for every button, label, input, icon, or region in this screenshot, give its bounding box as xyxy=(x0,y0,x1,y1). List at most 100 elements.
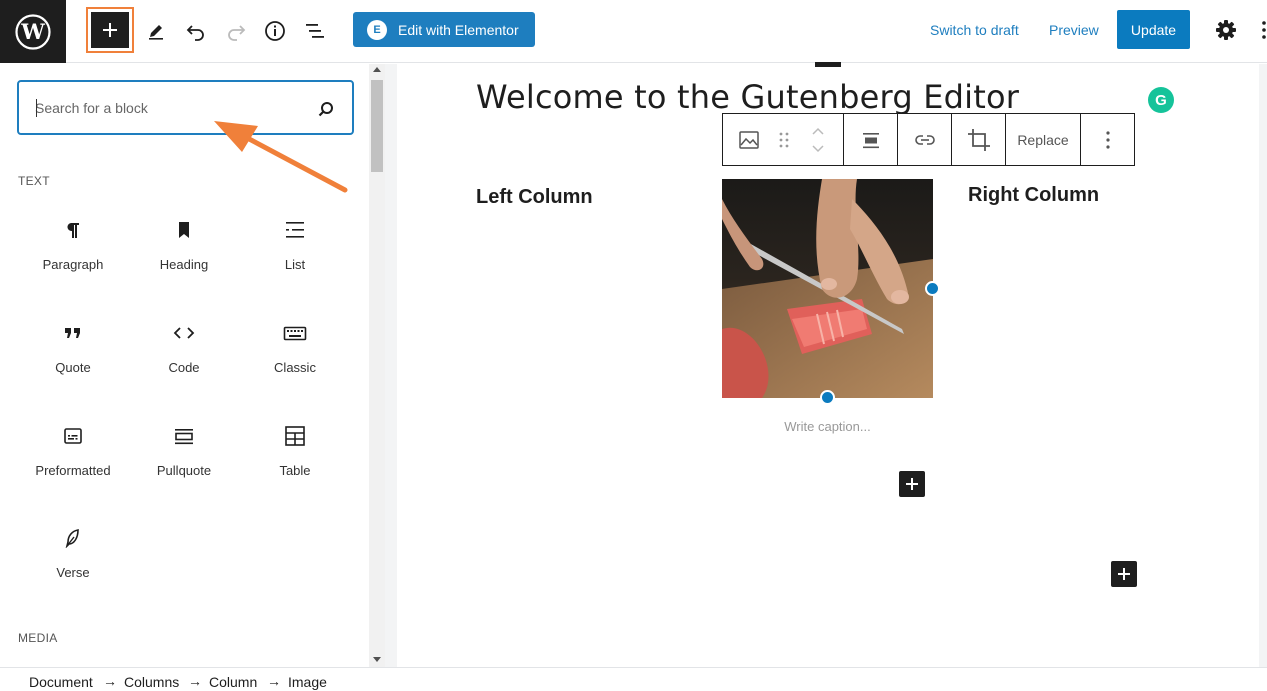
plus-icon xyxy=(906,478,918,490)
text-caret xyxy=(36,99,37,117)
scroll-up-arrow-icon[interactable] xyxy=(373,67,381,72)
breadcrumb-column[interactable]: Column xyxy=(209,674,257,690)
edit-with-elementor-button[interactable]: E Edit with Elementor xyxy=(353,12,535,47)
link-icon xyxy=(914,134,935,145)
crop-button[interactable] xyxy=(952,114,1005,165)
right-column-heading[interactable]: Right Column xyxy=(968,184,1099,207)
block-inserter-panel: TEXT Paragraph Heading List Quote Code xyxy=(0,64,369,667)
grammarly-icon[interactable]: G xyxy=(1148,87,1174,113)
block-breadcrumb: Document → Columns → Column → Image xyxy=(0,667,1267,691)
tools-button[interactable] xyxy=(141,16,171,46)
breadcrumb-document[interactable]: Document xyxy=(29,674,93,690)
block-label: Heading xyxy=(159,257,209,272)
code-icon xyxy=(172,321,196,345)
panel-scrollbar[interactable] xyxy=(369,64,385,667)
block-code[interactable]: Code xyxy=(134,309,234,389)
image-icon xyxy=(739,130,759,149)
add-block-button[interactable] xyxy=(91,12,129,48)
block-table[interactable]: Table xyxy=(245,412,345,492)
more-vertical-icon xyxy=(1105,130,1110,149)
breadcrumb-separator: → xyxy=(267,673,281,689)
block-options-button[interactable] xyxy=(1081,114,1134,165)
left-column-heading[interactable]: Left Column xyxy=(476,186,593,209)
preview-link[interactable]: Preview xyxy=(1049,22,1099,38)
block-pullquote[interactable]: Pullquote xyxy=(134,412,234,492)
block-preformatted[interactable]: Preformatted xyxy=(23,412,123,492)
elementor-icon: E xyxy=(367,19,387,40)
undo-button[interactable] xyxy=(181,16,211,46)
more-menu-button[interactable] xyxy=(1258,18,1267,42)
image-caption[interactable]: Write caption... xyxy=(722,419,933,434)
image-block-toolbar: Replace xyxy=(722,113,1135,166)
resize-handle-right[interactable] xyxy=(925,281,940,296)
breadcrumb-image[interactable]: Image xyxy=(288,674,327,690)
feather-icon xyxy=(61,526,85,550)
plus-icon xyxy=(103,23,117,37)
block-list[interactable]: List xyxy=(245,206,345,286)
block-label: List xyxy=(284,257,306,272)
editor-header: W E Edit with Elementor Switch to draft … xyxy=(0,0,1267,63)
details-button[interactable] xyxy=(260,16,290,46)
block-label: Table xyxy=(279,463,311,478)
table-icon xyxy=(283,424,307,448)
undo-icon xyxy=(186,25,204,41)
search-icon xyxy=(318,102,333,117)
block-type-button[interactable] xyxy=(723,114,775,165)
scroll-down-arrow-icon[interactable] xyxy=(373,657,381,662)
update-button[interactable]: Update xyxy=(1117,10,1190,49)
keyboard-icon xyxy=(283,321,307,345)
toolbar-group-options xyxy=(1081,114,1134,165)
align-button[interactable] xyxy=(844,114,897,165)
block-search[interactable] xyxy=(17,80,354,135)
elementor-label: Edit with Elementor xyxy=(398,21,519,38)
columns-add-block-button[interactable] xyxy=(1111,561,1137,587)
canvas-edge xyxy=(1259,64,1267,667)
pullquote-icon xyxy=(172,424,196,448)
drag-handle-icon xyxy=(779,132,789,147)
toolbar-group-link xyxy=(898,114,952,165)
chevron-up-down-icon xyxy=(812,127,824,152)
breadcrumb-columns[interactable]: Columns xyxy=(124,674,179,690)
list-icon xyxy=(283,218,307,242)
switch-to-draft-link[interactable]: Switch to draft xyxy=(930,22,1019,38)
category-title-media: MEDIA xyxy=(18,631,58,645)
block-paragraph[interactable]: Paragraph xyxy=(23,206,123,286)
block-label: Paragraph xyxy=(42,257,104,272)
toolbar-group-replace: Replace xyxy=(1006,114,1081,165)
info-icon xyxy=(265,21,285,41)
resize-handle-bottom[interactable] xyxy=(820,390,835,405)
image-block[interactable] xyxy=(722,179,933,398)
outline-button[interactable] xyxy=(300,16,330,46)
plus-icon xyxy=(1118,568,1130,580)
toolbar-group-block xyxy=(723,114,844,165)
list-view-icon xyxy=(306,24,324,38)
block-search-input[interactable] xyxy=(35,96,305,120)
block-quote[interactable]: Quote xyxy=(23,309,123,389)
svg-text:W: W xyxy=(20,19,45,44)
toolbar-group-crop xyxy=(952,114,1006,165)
redo-button[interactable] xyxy=(221,16,251,46)
crop-icon xyxy=(967,128,990,151)
move-block-buttons[interactable] xyxy=(793,114,843,165)
block-label: Verse xyxy=(56,565,90,580)
panel-divider xyxy=(385,64,397,667)
heading-icon xyxy=(172,218,196,242)
block-verse[interactable]: Verse xyxy=(23,514,123,594)
drag-handle[interactable] xyxy=(775,114,793,165)
replace-button[interactable]: Replace xyxy=(1006,114,1080,165)
insert-link-button[interactable] xyxy=(898,114,951,165)
column-add-block-button[interactable] xyxy=(899,471,925,497)
block-heading[interactable]: Heading xyxy=(134,206,234,286)
gear-icon xyxy=(1216,20,1236,40)
block-classic[interactable]: Classic xyxy=(245,309,345,389)
wordpress-logo[interactable]: W xyxy=(0,0,66,63)
quote-icon xyxy=(61,321,85,345)
scroll-thumb[interactable] xyxy=(371,80,383,172)
paragraph-icon xyxy=(61,218,85,242)
block-label: Code xyxy=(168,360,200,375)
post-title[interactable]: Welcome to the Gutenberg Editor xyxy=(476,78,1019,116)
category-title-text: TEXT xyxy=(18,174,50,188)
block-label: Classic xyxy=(274,360,316,375)
breadcrumb-separator: → xyxy=(188,673,202,689)
settings-button[interactable] xyxy=(1214,18,1238,42)
